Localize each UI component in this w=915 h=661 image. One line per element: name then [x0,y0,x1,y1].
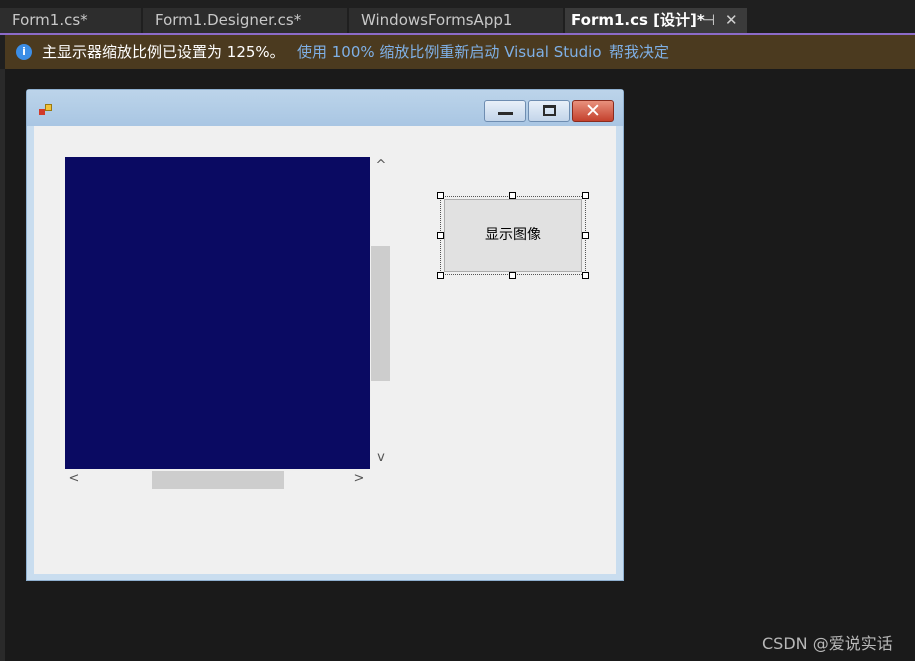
info-icon: i [16,44,32,60]
resize-handle-s[interactable] [509,272,516,279]
restart-100-percent-link[interactable]: 使用 100% 缩放比例重新启动 Visual Studio [297,35,602,69]
close-icon: ✕ [585,100,601,122]
info-bar: i 主显示器缩放比例已设置为 125%。 使用 100% 缩放比例重新启动 Vi… [5,35,915,69]
help-me-decide-link[interactable]: 帮我决定 [609,35,669,69]
show-image-button[interactable]: 显示图像 [444,199,582,272]
tab-label: Form1.Designer.cs* [155,11,302,29]
scroll-left-icon[interactable]: < [67,472,81,486]
scroll-right-icon[interactable]: > [352,472,366,486]
close-icon[interactable]: ✕ [725,8,738,32]
maximize-icon [543,105,556,116]
document-tab-strip: Form1.cs* Form1.Designer.cs* WindowsForm… [0,0,915,34]
info-message: 主显示器缩放比例已设置为 125%。 [42,43,285,61]
minimize-button[interactable] [484,100,526,122]
scroll-down-icon[interactable]: v [374,451,388,465]
tab-label: Form1.cs [设计]* [571,11,705,29]
resize-handle-sw[interactable] [437,272,444,279]
vertical-scroll-thumb[interactable] [371,246,390,381]
tab-form1-cs[interactable]: Form1.cs* [0,8,141,34]
vertical-scrollbar[interactable]: ^ v [370,157,391,469]
horizontal-scroll-thumb[interactable] [152,471,284,489]
tab-label: Form1.cs* [12,11,88,29]
resize-handle-w[interactable] [437,232,444,239]
minimize-icon [498,112,513,115]
horizontal-scrollbar[interactable]: < > [65,469,370,490]
tab-form1-designer-cs[interactable]: Form1.Designer.cs* [143,8,347,34]
form-window[interactable]: ✕ ^ v < > 显示图像 [26,89,624,581]
picture-box[interactable] [65,157,370,469]
resize-handle-e[interactable] [582,232,589,239]
form-titlebar[interactable]: ✕ [27,90,623,126]
resize-handle-n[interactable] [509,192,516,199]
resize-handle-se[interactable] [582,272,589,279]
resize-handle-nw[interactable] [437,192,444,199]
scroll-up-icon[interactable]: ^ [374,159,388,173]
tab-form1-design[interactable]: Form1.cs [设计]* ⊣ ✕ [565,8,747,34]
resize-handle-ne[interactable] [582,192,589,199]
watermark: CSDN @爱说实话 [762,634,893,653]
app-icon [39,104,53,116]
form-client-area[interactable]: ^ v < > 显示图像 [34,126,616,574]
form-close-button[interactable]: ✕ [572,100,614,122]
tab-windowsformsapp1[interactable]: WindowsFormsApp1 [349,8,563,34]
pin-icon[interactable]: ⊣ [702,8,715,32]
maximize-button[interactable] [528,100,570,122]
tab-label: WindowsFormsApp1 [361,11,513,29]
